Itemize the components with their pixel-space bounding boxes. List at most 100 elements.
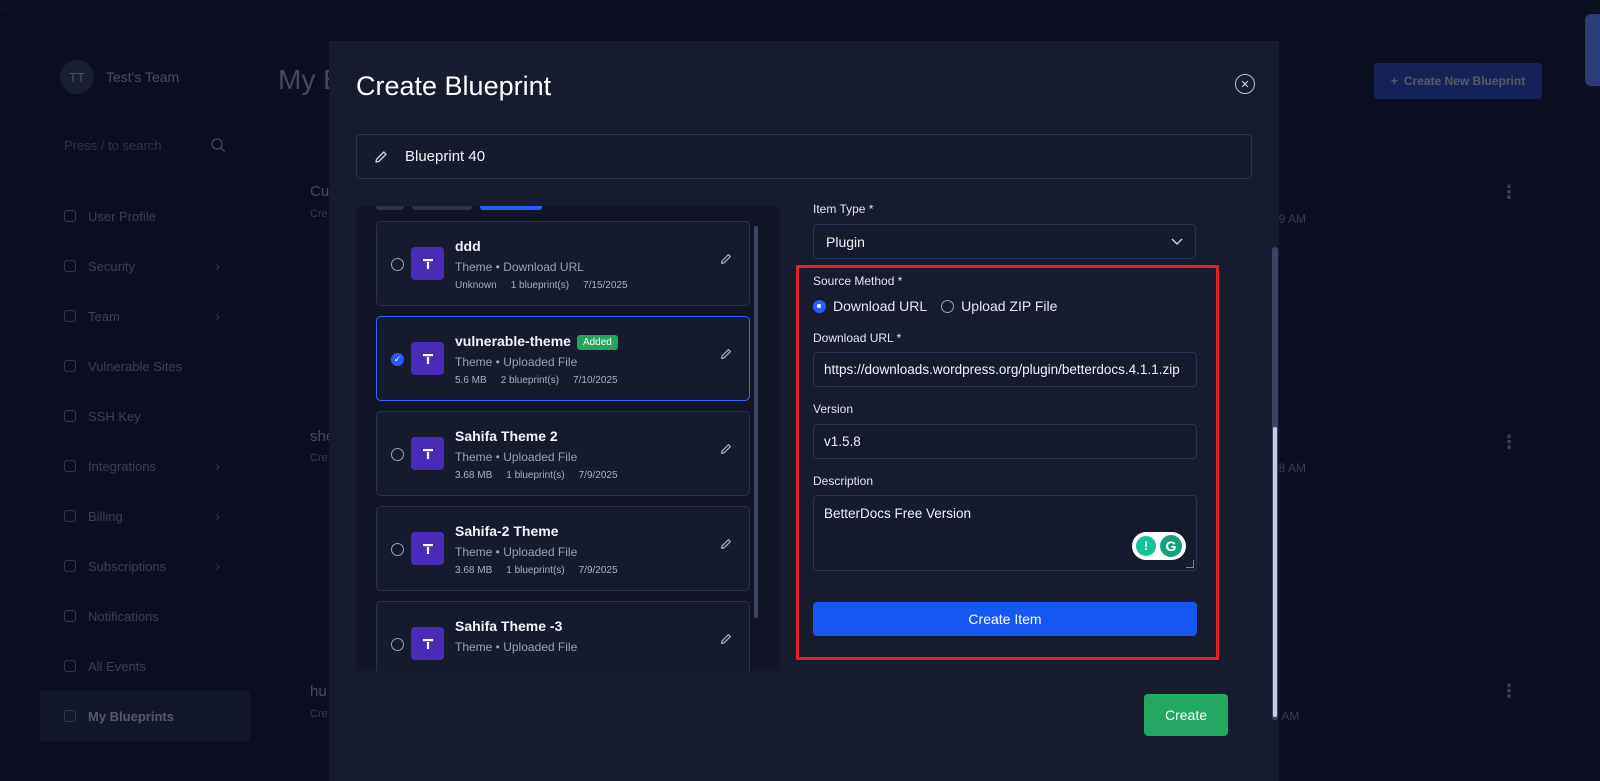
kebab-menu-icon[interactable]: ⋮ — [1500, 182, 1518, 203]
create-item-button[interactable]: Create Item — [813, 602, 1197, 636]
card-subtitle: Cre — [310, 208, 328, 220]
kebab-menu-icon[interactable]: ⋮ — [1500, 432, 1518, 453]
download-url-field[interactable] — [813, 352, 1197, 387]
item-card[interactable]: ddd Theme • Download URL Unknown 1 blueprin… — [376, 221, 750, 306]
create-new-blueprint-button[interactable]: + Create New Blueprint — [1374, 63, 1542, 99]
close-icon[interactable]: ✕ — [1235, 74, 1255, 94]
item-card[interactable]: ✓ vulnerable-theme Added Theme • Uploaded F… — [376, 316, 750, 401]
sidebar-nav: User Profile Security › Team › Vulnerable Sit… — [40, 191, 250, 741]
radio-unselected[interactable] — [391, 543, 404, 556]
item-details: 5.6 MB 2 blueprint(s) 7/10/2025 — [455, 375, 618, 386]
item-type-select[interactable]: Plugin — [813, 224, 1196, 259]
chevron-right-icon: › — [215, 308, 220, 324]
sidebar-item[interactable]: Integrations › — [40, 441, 250, 491]
item-name-text: Sahifa-2 Theme — [455, 523, 559, 539]
side-panel-toggle[interactable] — [1585, 14, 1600, 86]
top-bar — [0, 0, 1600, 10]
kebab-menu-icon[interactable]: ⋮ — [1500, 681, 1518, 702]
tab[interactable] — [376, 206, 404, 210]
sidebar-item[interactable]: User Profile — [40, 191, 250, 241]
pencil-icon[interactable] — [719, 347, 733, 361]
checkbox-checked[interactable]: ✓ — [391, 353, 404, 366]
pencil-icon — [375, 150, 387, 163]
create-new-blueprint-label: Create New Blueprint — [1403, 74, 1526, 88]
pencil-icon[interactable] — [719, 442, 733, 456]
item-name: Sahifa Theme -3 — [455, 618, 562, 634]
sidebar-item[interactable]: Billing › — [40, 491, 250, 541]
team-icon — [64, 310, 76, 322]
item-date: 7/10/2025 — [573, 375, 618, 386]
status-badge: Added — [576, 335, 618, 350]
blueprint-name-input[interactable] — [405, 148, 1185, 165]
source-method-label: Source Method * — [813, 274, 903, 288]
sidebar-item-label: Notifications — [88, 608, 159, 624]
version-input[interactable] — [824, 434, 1186, 449]
chevron-right-icon: › — [215, 508, 220, 524]
list-scrollbar-thumb[interactable] — [754, 226, 758, 618]
description-field[interactable]: BetterDocs Free Version ! G — [813, 495, 1197, 571]
item-date: 7/9/2025 — [578, 565, 618, 576]
sidebar-item[interactable]: Notifications — [40, 591, 250, 641]
chevron-down-icon — [1171, 237, 1183, 245]
item-card[interactable]: Sahifa Theme 2 Theme • Uploaded File 3.68 … — [376, 411, 750, 496]
pencil-icon[interactable] — [719, 632, 733, 646]
team-name: Test's Team — [106, 69, 180, 85]
pencil-icon[interactable] — [719, 537, 733, 551]
key-icon — [64, 410, 76, 422]
team-switcher[interactable]: TT Test's Team — [40, 55, 250, 99]
option-label: Download URL — [833, 298, 928, 314]
item-form-panel: Item Type * Plugin Source Method * Downl… — [796, 201, 1220, 663]
sidebar-item[interactable]: Subscriptions › — [40, 541, 250, 591]
sidebar-search[interactable]: Press / to search — [50, 127, 240, 163]
item-blueprints: 2 blueprint(s) — [500, 375, 560, 386]
sidebar-item[interactable]: Security › — [40, 241, 250, 291]
radio-unselected[interactable] — [391, 638, 404, 651]
version-field[interactable] — [813, 424, 1197, 459]
radio-unselected[interactable] — [391, 258, 404, 271]
source-option-download-url[interactable]: Download URL — [813, 298, 927, 314]
item-size: 5.6 MB — [455, 375, 487, 386]
card-title: hu — [310, 683, 327, 700]
sidebar-item[interactable]: SSH Key — [40, 391, 250, 441]
create-button[interactable]: Create — [1144, 694, 1228, 736]
tab-active[interactable] — [480, 206, 542, 210]
item-type-label: Item Type * — [813, 202, 874, 216]
description-label: Description — [813, 474, 874, 488]
blueprint-name-field[interactable] — [356, 134, 1252, 179]
sidebar-item-label: Integrations — [88, 458, 156, 474]
sidebar-item-label: My Blueprints — [88, 708, 174, 724]
sidebar-item[interactable]: Team › — [40, 291, 250, 341]
tab[interactable] — [412, 206, 472, 210]
radio-unselected[interactable] — [941, 299, 955, 313]
item-size: Unknown — [455, 280, 497, 291]
form-scrollbar-thumb[interactable] — [1273, 427, 1277, 717]
sidebar-item-label: Security — [88, 258, 135, 274]
radio-selected[interactable] — [813, 299, 826, 313]
resize-handle-icon[interactable] — [1186, 560, 1194, 568]
sidebar-item-label: Vulnerable Sites — [88, 358, 183, 374]
sidebar-item[interactable]: Vulnerable Sites — [40, 341, 250, 391]
subscriptions-icon — [64, 560, 76, 572]
source-method-options: Download URL Upload ZIP File — [813, 298, 1057, 314]
pencil-icon[interactable] — [719, 252, 733, 266]
item-blueprints: 1 blueprint(s) — [510, 280, 570, 291]
list-tabs — [376, 206, 542, 210]
theme-icon — [411, 627, 444, 660]
gear-icon — [64, 460, 76, 472]
item-name: vulnerable-theme Added — [455, 333, 618, 350]
radio-unselected[interactable] — [391, 448, 404, 461]
source-option-upload-zip[interactable]: Upload ZIP File — [941, 298, 1057, 314]
item-date: 7/15/2025 — [583, 280, 628, 291]
item-meta: Theme • Uploaded File — [455, 640, 578, 654]
sidebar-item[interactable]: All Events — [40, 641, 250, 691]
grammarly-widget[interactable]: ! G — [1132, 532, 1186, 560]
download-url-input[interactable] — [824, 362, 1186, 377]
card-subtitle: Cre — [310, 708, 328, 720]
item-card[interactable]: Sahifa-2 Theme Theme • Uploaded File 3.68 … — [376, 506, 750, 591]
sidebar: TT Test's Team Press / to search User Pr… — [40, 55, 250, 755]
item-card[interactable]: Sahifa Theme -3 Theme • Uploaded File — [376, 601, 750, 671]
chevron-right-icon: › — [215, 558, 220, 574]
create-blueprint-modal: Create Blueprint ✕ ddd Theme • Download U… — [329, 41, 1279, 781]
activity-icon — [64, 660, 76, 672]
sidebar-item[interactable]: My Blueprints — [40, 691, 250, 741]
